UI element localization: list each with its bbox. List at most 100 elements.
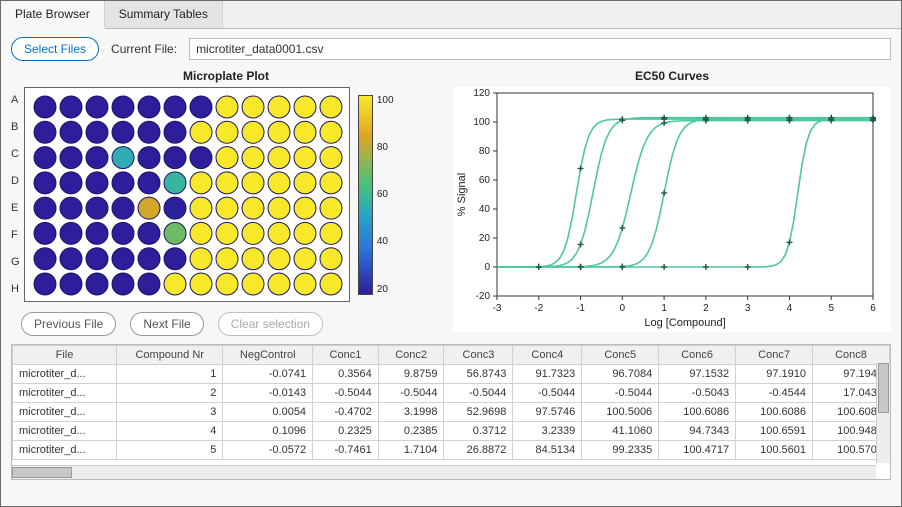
column-header[interactable]: NegControl (223, 346, 313, 365)
well[interactable] (268, 197, 290, 219)
well[interactable] (190, 147, 212, 169)
well[interactable] (34, 121, 56, 143)
column-header[interactable]: Conc2 (378, 346, 444, 365)
well[interactable] (86, 248, 108, 270)
well[interactable] (216, 172, 238, 194)
column-header[interactable]: Conc6 (659, 346, 736, 365)
scrollbar-thumb-vertical[interactable] (878, 363, 889, 413)
well[interactable] (320, 273, 342, 295)
well[interactable] (86, 222, 108, 244)
well[interactable] (60, 222, 82, 244)
tab-summary-tables[interactable]: Summary Tables (105, 1, 223, 28)
clear-selection-button[interactable]: Clear selection (218, 312, 323, 336)
well[interactable] (138, 222, 160, 244)
well[interactable] (242, 172, 264, 194)
well[interactable] (86, 96, 108, 118)
well[interactable] (60, 172, 82, 194)
well[interactable] (242, 96, 264, 118)
well[interactable] (320, 222, 342, 244)
well[interactable] (190, 273, 212, 295)
current-file-input[interactable] (189, 38, 891, 60)
well[interactable] (34, 172, 56, 194)
well[interactable] (216, 248, 238, 270)
well[interactable] (242, 222, 264, 244)
well[interactable] (112, 248, 134, 270)
well[interactable] (294, 121, 316, 143)
well[interactable] (34, 96, 56, 118)
well[interactable] (320, 147, 342, 169)
well[interactable] (216, 147, 238, 169)
well[interactable] (268, 222, 290, 244)
well[interactable] (268, 121, 290, 143)
well[interactable] (34, 248, 56, 270)
well[interactable] (164, 96, 186, 118)
well[interactable] (294, 197, 316, 219)
well[interactable] (216, 96, 238, 118)
previous-file-button[interactable]: Previous File (21, 312, 116, 336)
well[interactable] (216, 197, 238, 219)
well[interactable] (294, 248, 316, 270)
well[interactable] (164, 273, 186, 295)
well[interactable] (60, 197, 82, 219)
well[interactable] (164, 248, 186, 270)
column-header[interactable]: Conc7 (736, 346, 813, 365)
well[interactable] (60, 121, 82, 143)
well[interactable] (216, 121, 238, 143)
well[interactable] (190, 96, 212, 118)
well[interactable] (112, 96, 134, 118)
well[interactable] (138, 121, 160, 143)
well[interactable] (112, 147, 134, 169)
well[interactable] (216, 222, 238, 244)
well[interactable] (164, 197, 186, 219)
table-scrollbar-horizontal[interactable] (12, 465, 876, 479)
column-header[interactable]: Conc3 (444, 346, 513, 365)
well[interactable] (138, 96, 160, 118)
well[interactable] (320, 172, 342, 194)
well[interactable] (294, 273, 316, 295)
well[interactable] (60, 147, 82, 169)
well[interactable] (268, 147, 290, 169)
microplate-plot[interactable] (24, 87, 350, 302)
well[interactable] (60, 96, 82, 118)
well[interactable] (86, 121, 108, 143)
well[interactable] (216, 273, 238, 295)
well[interactable] (138, 172, 160, 194)
well[interactable] (294, 222, 316, 244)
table-row[interactable]: microtiter_d...2-0.0143-0.5044-0.5044-0.… (13, 384, 890, 403)
well[interactable] (190, 172, 212, 194)
well[interactable] (112, 222, 134, 244)
column-header[interactable]: Conc8 (813, 346, 890, 365)
well[interactable] (138, 273, 160, 295)
well[interactable] (268, 273, 290, 295)
well[interactable] (320, 197, 342, 219)
well[interactable] (294, 147, 316, 169)
well[interactable] (268, 248, 290, 270)
data-table[interactable]: FileCompound NrNegControlConc1Conc2Conc3… (12, 345, 890, 460)
well[interactable] (190, 222, 212, 244)
well[interactable] (112, 273, 134, 295)
well[interactable] (60, 248, 82, 270)
table-row[interactable]: microtiter_d...30.0054-0.47023.199852.96… (13, 403, 890, 422)
well[interactable] (242, 197, 264, 219)
table-scrollbar-vertical[interactable] (876, 363, 890, 463)
well[interactable] (320, 248, 342, 270)
well[interactable] (190, 121, 212, 143)
well[interactable] (138, 147, 160, 169)
well[interactable] (294, 96, 316, 118)
well[interactable] (242, 273, 264, 295)
well[interactable] (86, 172, 108, 194)
next-file-button[interactable]: Next File (130, 312, 203, 336)
well[interactable] (294, 172, 316, 194)
well[interactable] (34, 147, 56, 169)
well[interactable] (60, 273, 82, 295)
well[interactable] (86, 147, 108, 169)
well[interactable] (164, 147, 186, 169)
well[interactable] (242, 121, 264, 143)
column-header[interactable]: Conc1 (313, 346, 379, 365)
column-header[interactable]: File (13, 346, 117, 365)
table-row[interactable]: microtiter_d...1-0.07410.35649.875956.87… (13, 365, 890, 384)
well[interactable] (34, 273, 56, 295)
well[interactable] (164, 121, 186, 143)
well[interactable] (164, 222, 186, 244)
well[interactable] (86, 197, 108, 219)
